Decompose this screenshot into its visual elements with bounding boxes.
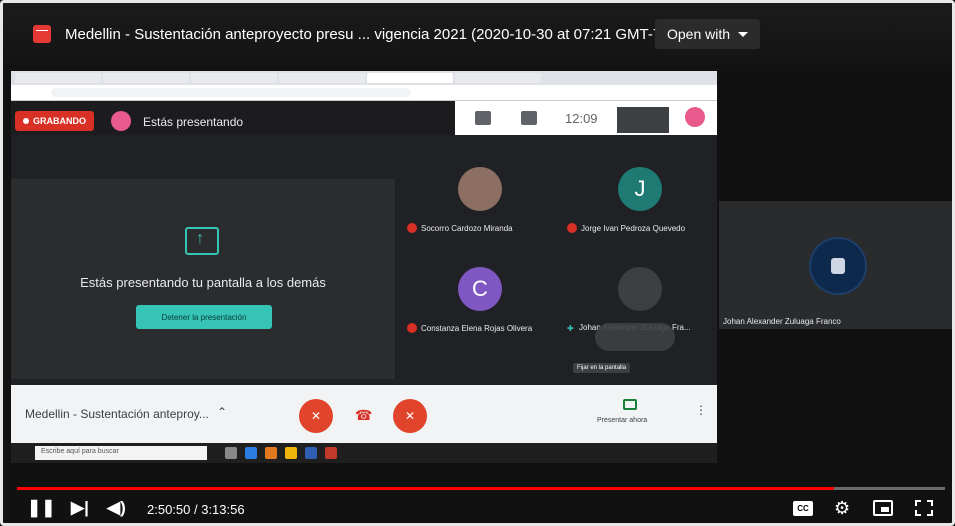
recording-label: GRABANDO xyxy=(33,116,86,126)
mic-off-icon xyxy=(407,223,417,233)
meet-header-right: 12:09 xyxy=(455,101,717,135)
url-field xyxy=(51,88,411,97)
participant-initial: J xyxy=(618,167,662,211)
miniplayer-icon[interactable] xyxy=(873,500,893,516)
progress-bar[interactable] xyxy=(17,487,945,490)
organization-logo-icon xyxy=(809,237,867,295)
address-bar xyxy=(11,85,717,101)
screen-share-icon xyxy=(185,227,219,255)
browser-tab-active xyxy=(367,73,453,83)
edge-icon xyxy=(245,447,257,459)
calendar-icon xyxy=(33,25,51,43)
taskbar-search: Escribe aquí para buscar xyxy=(35,446,207,460)
participant-name: Jorge Ivan Pedroza Quevedo xyxy=(581,223,686,233)
browser-tab xyxy=(191,73,277,83)
open-with-button[interactable]: Open with xyxy=(655,19,761,49)
next-icon[interactable]: ▶| xyxy=(71,498,89,518)
pin-icon: ✚ xyxy=(567,323,574,333)
hang-up-icon[interactable]: ☎ xyxy=(355,407,372,424)
meeting-name: Medellin - Sustentación anteproy... xyxy=(25,407,209,421)
people-icon xyxy=(475,111,491,125)
mic-toggle-button[interactable]: ✕ xyxy=(299,399,333,433)
stop-presenting-button[interactable]: Detener la presentación xyxy=(136,305,272,329)
participant-tile-large[interactable]: Johan Alexander Zuluaga Franco xyxy=(719,201,952,329)
participant-photo xyxy=(618,267,662,311)
participant-name-row: Socorro Cardozo Miranda xyxy=(407,223,513,233)
task-view-icon xyxy=(225,447,237,459)
browser-tab xyxy=(279,73,365,83)
pin-tooltip: Fijar en la pantalla xyxy=(573,363,631,373)
settings-gear-icon[interactable]: ⚙ xyxy=(834,498,850,519)
video-viewer: Medellin - Sustentación anteproyecto pre… xyxy=(0,0,955,526)
volume-icon[interactable]: ◀) xyxy=(107,498,126,518)
meeting-clock: 12:09 xyxy=(565,111,598,126)
self-avatar xyxy=(685,107,705,127)
participant-photo xyxy=(458,167,502,211)
participant-tile[interactable]: C Constanza Elena Rojas Olivera xyxy=(403,241,553,341)
browser-tab xyxy=(455,73,541,83)
app-icon xyxy=(325,447,337,459)
tile-hover-controls[interactable] xyxy=(595,323,675,351)
mic-off-icon xyxy=(567,223,577,233)
browser-tabs xyxy=(11,71,717,85)
chevron-up-icon[interactable]: ⌃ xyxy=(217,405,227,419)
pause-icon[interactable]: ❚❚ xyxy=(27,498,56,518)
camera-toggle-button[interactable]: ✕ xyxy=(393,399,427,433)
record-icon xyxy=(23,118,29,124)
participant-initial: C xyxy=(458,267,502,311)
avatar xyxy=(111,111,131,131)
recorded-browser-window: GRABANDO Estás presentando 12:09 Estás p… xyxy=(11,71,717,463)
title-bar: Medellin - Sustentación anteproyecto pre… xyxy=(3,3,952,65)
meet-control-bar: Medellin - Sustentación anteproy... ⌃ ✕ … xyxy=(11,385,717,443)
participant-name: Constanza Elena Rojas Olivera xyxy=(421,323,533,333)
presenting-label: Estás presentando xyxy=(143,115,244,129)
participant-name: Socorro Cardozo Miranda xyxy=(421,223,513,233)
participant-tile[interactable]: Socorro Cardozo Miranda xyxy=(403,141,553,241)
presenting-panel: Estás presentando tu pantalla a los demá… xyxy=(11,179,395,379)
recording-badge: GRABANDO xyxy=(15,111,94,131)
open-with-label: Open with xyxy=(667,26,731,42)
participant-tile[interactable]: J Jorge Ivan Pedroza Quevedo xyxy=(563,141,713,241)
present-now-label: Presentar ahora xyxy=(597,417,648,424)
participant-name: Johan Alexander Zuluaga Franco xyxy=(723,317,841,326)
share-message: Estás presentando tu pantalla a los demá… xyxy=(80,275,326,290)
firefox-icon xyxy=(265,447,277,459)
more-options-icon[interactable]: ⋮ xyxy=(695,403,707,417)
fullscreen-icon[interactable] xyxy=(915,500,933,516)
participant-name-row: Jorge Ivan Pedroza Quevedo xyxy=(567,223,685,233)
present-icon[interactable] xyxy=(623,399,637,410)
browser-tab xyxy=(103,73,189,83)
chat-icon xyxy=(521,111,537,125)
captions-button[interactable]: CC xyxy=(793,501,813,516)
mic-off-icon xyxy=(407,323,417,333)
time-display: 2:50:50 / 3:13:56 xyxy=(147,502,245,517)
folder-icon xyxy=(285,447,297,459)
chevron-down-icon xyxy=(738,31,749,37)
browser-tab xyxy=(15,73,101,83)
windows-taskbar: Escribe aquí para buscar xyxy=(11,443,717,463)
player-controls: ❚❚ ▶| ◀) 2:50:50 / 3:13:56 CC ⚙ xyxy=(3,493,952,523)
presentation-thumbnail xyxy=(617,107,669,133)
word-icon xyxy=(305,447,317,459)
participant-name-row: Constanza Elena Rojas Olivera xyxy=(407,323,532,333)
progress-played xyxy=(17,487,834,490)
video-title: Medellin - Sustentación anteproyecto pre… xyxy=(65,25,667,43)
participant-grid: Socorro Cardozo Miranda J Jorge Ivan Ped… xyxy=(397,137,717,381)
